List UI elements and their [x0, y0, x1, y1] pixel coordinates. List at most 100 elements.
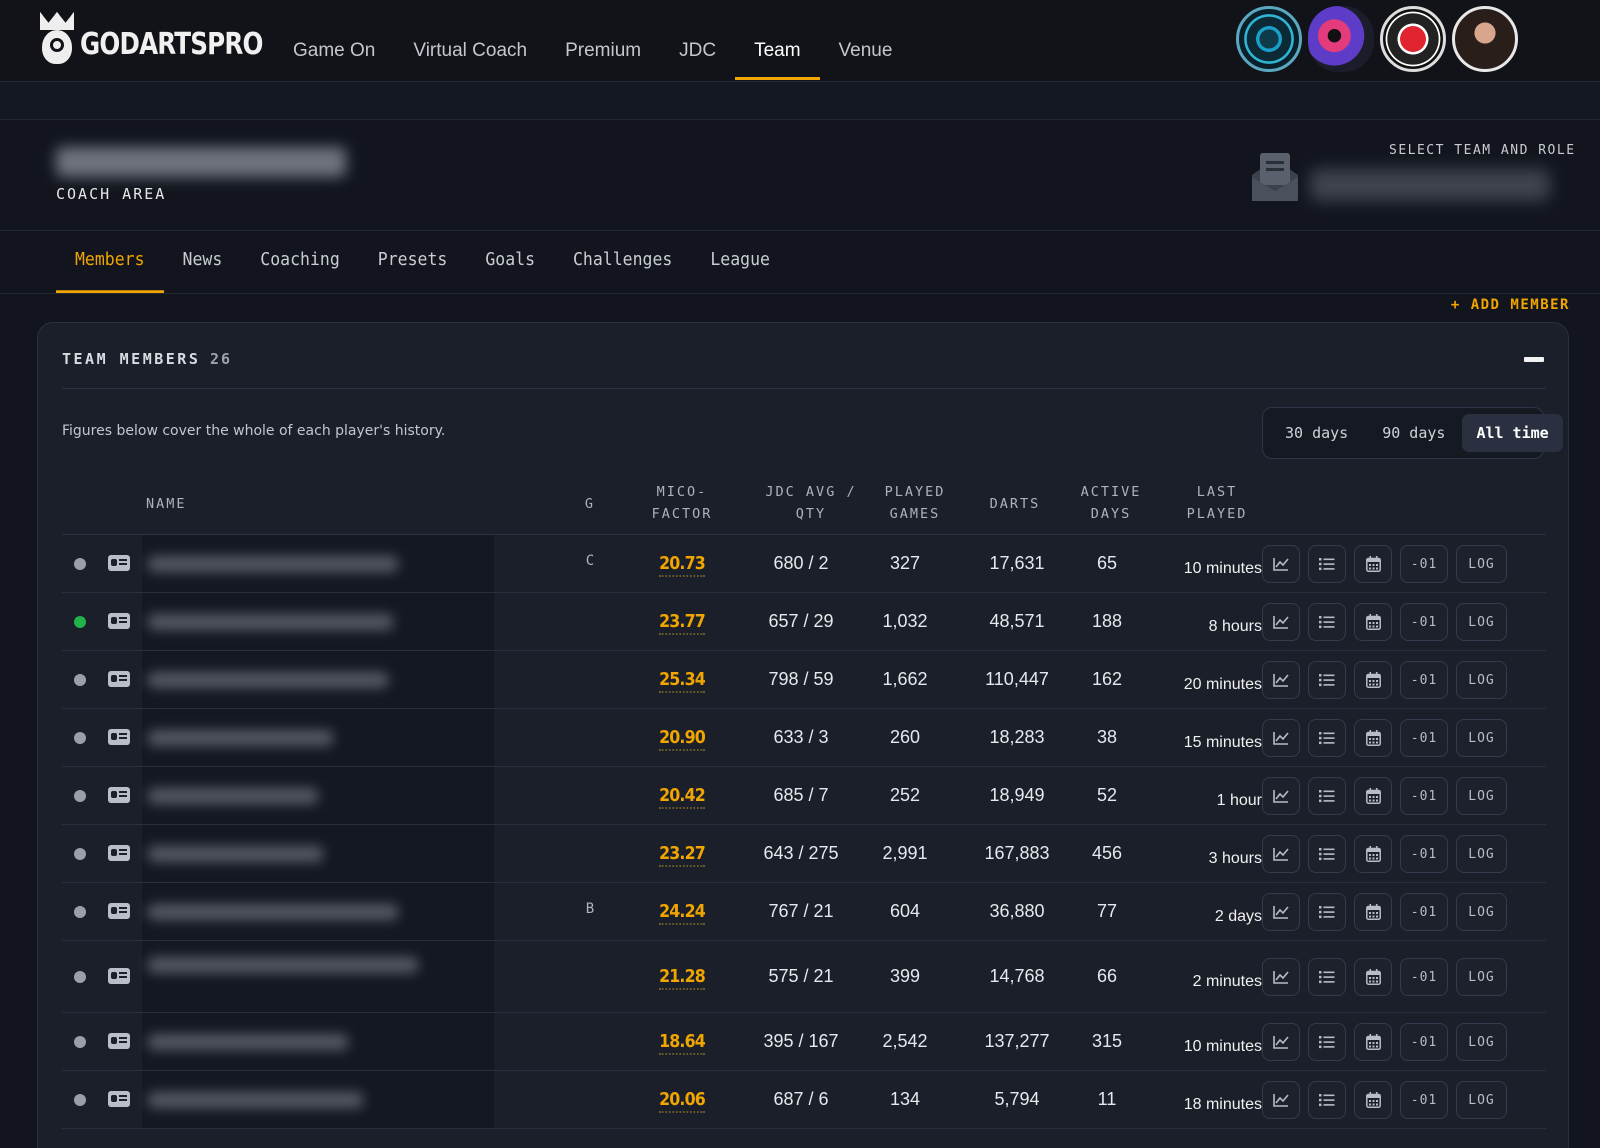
calendar-button[interactable]: [1354, 603, 1392, 641]
stats-chart-button[interactable]: [1262, 893, 1300, 931]
col-mico-factor[interactable]: MICO- FACTOR: [622, 481, 742, 525]
collapse-button[interactable]: [1524, 357, 1544, 362]
calendar-button[interactable]: [1354, 835, 1392, 873]
log-button[interactable]: LOG: [1456, 719, 1507, 757]
dartboard-avatar[interactable]: [1236, 6, 1302, 72]
stats-chart-button[interactable]: [1262, 777, 1300, 815]
col-g[interactable]: G: [578, 493, 602, 515]
game-list-button[interactable]: [1308, 835, 1346, 873]
mico-factor-cell[interactable]: 20.06: [629, 1089, 735, 1110]
stats-chart-button[interactable]: [1262, 1081, 1300, 1119]
tab-members[interactable]: Members: [56, 235, 164, 296]
tab-league[interactable]: League: [691, 235, 789, 296]
mico-factor-cell[interactable]: 18.64: [629, 1031, 735, 1052]
id-card-icon[interactable]: [108, 903, 130, 919]
minus-01-button[interactable]: -01: [1400, 661, 1448, 699]
add-member-button[interactable]: + ADD MEMBER: [1451, 297, 1570, 313]
id-card-icon[interactable]: [108, 555, 130, 571]
calendar-button[interactable]: [1354, 958, 1392, 996]
id-card-icon[interactable]: [108, 968, 130, 984]
member-name-redacted[interactable]: [148, 614, 393, 630]
col-last-played[interactable]: LAST PLAYED: [1152, 481, 1282, 525]
team-role-select[interactable]: [1310, 169, 1550, 201]
stats-chart-button[interactable]: [1262, 661, 1300, 699]
game-list-button[interactable]: [1308, 777, 1346, 815]
member-name-redacted[interactable]: [148, 788, 318, 804]
tab-coaching[interactable]: Coaching: [241, 235, 358, 296]
user-avatar[interactable]: [1452, 6, 1518, 72]
log-button[interactable]: LOG: [1456, 545, 1507, 583]
log-button[interactable]: LOG: [1456, 777, 1507, 815]
stats-chart-button[interactable]: [1262, 719, 1300, 757]
calendar-button[interactable]: [1354, 661, 1392, 699]
nav-jdc[interactable]: JDC: [660, 28, 735, 78]
id-card-icon[interactable]: [108, 613, 130, 629]
minus-01-button[interactable]: -01: [1400, 777, 1448, 815]
calendar-button[interactable]: [1354, 1023, 1392, 1061]
mico-factor-cell[interactable]: 25.34: [629, 669, 735, 690]
stats-chart-button[interactable]: [1262, 1023, 1300, 1061]
id-card-icon[interactable]: [108, 845, 130, 861]
minus-01-button[interactable]: -01: [1400, 545, 1448, 583]
log-button[interactable]: LOG: [1456, 1081, 1507, 1119]
calendar-button[interactable]: [1354, 1081, 1392, 1119]
sugar-skull-avatar[interactable]: [1308, 6, 1374, 72]
minus-01-button[interactable]: -01: [1400, 893, 1448, 931]
log-button[interactable]: LOG: [1456, 958, 1507, 996]
member-name-redacted[interactable]: [148, 730, 333, 746]
minus-01-button[interactable]: -01: [1400, 835, 1448, 873]
log-button[interactable]: LOG: [1456, 835, 1507, 873]
member-name-redacted[interactable]: [148, 1034, 348, 1050]
stats-chart-button[interactable]: [1262, 603, 1300, 641]
member-name-redacted[interactable]: [148, 672, 388, 688]
heart-dartboard-avatar[interactable]: [1380, 6, 1446, 72]
id-card-icon[interactable]: [108, 1091, 130, 1107]
col-name[interactable]: NAME: [146, 493, 187, 515]
game-list-button[interactable]: [1308, 661, 1346, 699]
game-list-button[interactable]: [1308, 893, 1346, 931]
calendar-button[interactable]: [1354, 893, 1392, 931]
game-list-button[interactable]: [1308, 603, 1346, 641]
range-30-days[interactable]: 30 days: [1268, 414, 1365, 452]
log-button[interactable]: LOG: [1456, 893, 1507, 931]
tab-goals[interactable]: Goals: [466, 235, 554, 296]
mico-factor-cell[interactable]: 23.77: [629, 611, 735, 632]
game-list-button[interactable]: [1308, 1023, 1346, 1061]
mico-factor-cell[interactable]: 20.42: [629, 785, 735, 806]
logo[interactable]: GODARTSPRO: [36, 8, 303, 72]
game-list-button[interactable]: [1308, 719, 1346, 757]
id-card-icon[interactable]: [108, 729, 130, 745]
member-name-redacted[interactable]: [148, 1092, 363, 1108]
mico-factor-cell[interactable]: 20.73: [629, 553, 735, 574]
stats-chart-button[interactable]: [1262, 545, 1300, 583]
minus-01-button[interactable]: -01: [1400, 1081, 1448, 1119]
calendar-button[interactable]: [1354, 545, 1392, 583]
range-90-days[interactable]: 90 days: [1365, 414, 1462, 452]
calendar-button[interactable]: [1354, 719, 1392, 757]
member-name-redacted[interactable]: [148, 846, 323, 862]
minus-01-button[interactable]: -01: [1400, 603, 1448, 641]
mico-factor-cell[interactable]: 23.27: [629, 843, 735, 864]
stats-chart-button[interactable]: [1262, 958, 1300, 996]
id-card-icon[interactable]: [108, 787, 130, 803]
tab-news[interactable]: News: [164, 235, 242, 296]
minus-01-button[interactable]: -01: [1400, 719, 1448, 757]
calendar-button[interactable]: [1354, 777, 1392, 815]
nav-premium[interactable]: Premium: [546, 28, 660, 78]
mico-factor-cell[interactable]: 21.28: [629, 966, 735, 987]
nav-team[interactable]: Team: [735, 28, 819, 78]
game-list-button[interactable]: [1308, 1081, 1346, 1119]
member-name-redacted[interactable]: [148, 556, 398, 572]
stats-chart-button[interactable]: [1262, 835, 1300, 873]
tab-challenges[interactable]: Challenges: [554, 235, 691, 296]
id-card-icon[interactable]: [108, 671, 130, 687]
tab-presets[interactable]: Presets: [359, 235, 467, 296]
minus-01-button[interactable]: -01: [1400, 1023, 1448, 1061]
nav-game-on[interactable]: Game On: [274, 28, 394, 78]
log-button[interactable]: LOG: [1456, 661, 1507, 699]
range-all-time[interactable]: All time: [1462, 414, 1562, 452]
game-list-button[interactable]: [1308, 958, 1346, 996]
game-list-button[interactable]: [1308, 545, 1346, 583]
nav-virtual-coach[interactable]: Virtual Coach: [394, 28, 546, 78]
member-name-redacted[interactable]: [148, 957, 418, 973]
